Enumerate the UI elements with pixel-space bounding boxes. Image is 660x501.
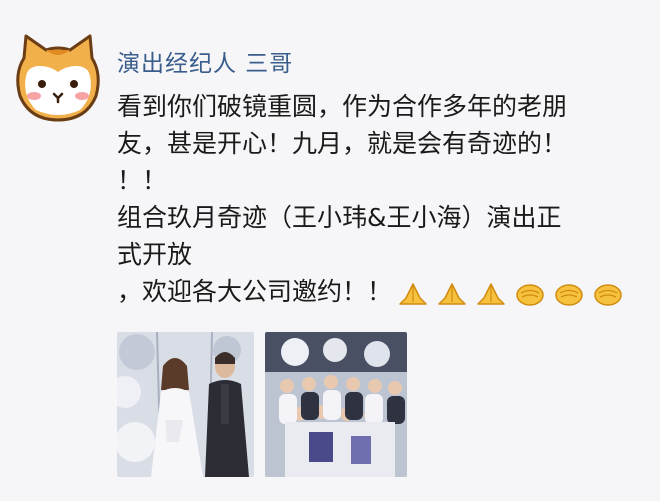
emoji-row: [398, 275, 624, 312]
praying-hands-icon: [399, 282, 427, 305]
post-photo-1[interactable]: [117, 332, 254, 477]
post-text: ，欢迎各大公司邀约！！: [117, 277, 393, 306]
praying-hands-icon: [438, 282, 466, 305]
fist-salute-icon: [555, 283, 583, 306]
post-text-line-last: ，欢迎各大公司邀约！！: [117, 273, 647, 310]
post-text-line: 组合玖月奇迹（王小玮&王小海）演出正: [117, 203, 562, 232]
fist-salute-icon: [516, 283, 544, 306]
post-text-line: ！！: [117, 166, 168, 195]
post-body: 看到你们破镜重圆，作为合作多年的老朋 友，甚是开心！九月，就是会有奇迹的！ ！！…: [117, 88, 647, 310]
praying-hands-icon: [477, 282, 505, 305]
avatar[interactable]: [10, 30, 106, 126]
post-photo-2[interactable]: [265, 332, 407, 477]
author-name[interactable]: 演出经纪人 三哥: [117, 44, 293, 78]
post-text-line: 看到你们破镜重圆，作为合作多年的老朋: [117, 92, 568, 121]
post-text-line: 式开放: [117, 240, 193, 269]
weibo-post-card: 演出经纪人 三哥 看到你们破镜重圆，作为合作多年的老朋 友，甚是开心！九月，就是…: [0, 0, 660, 501]
post-text-line: 友，甚是开心！九月，就是会有奇迹的！: [117, 129, 568, 158]
fist-salute-icon: [594, 283, 622, 306]
